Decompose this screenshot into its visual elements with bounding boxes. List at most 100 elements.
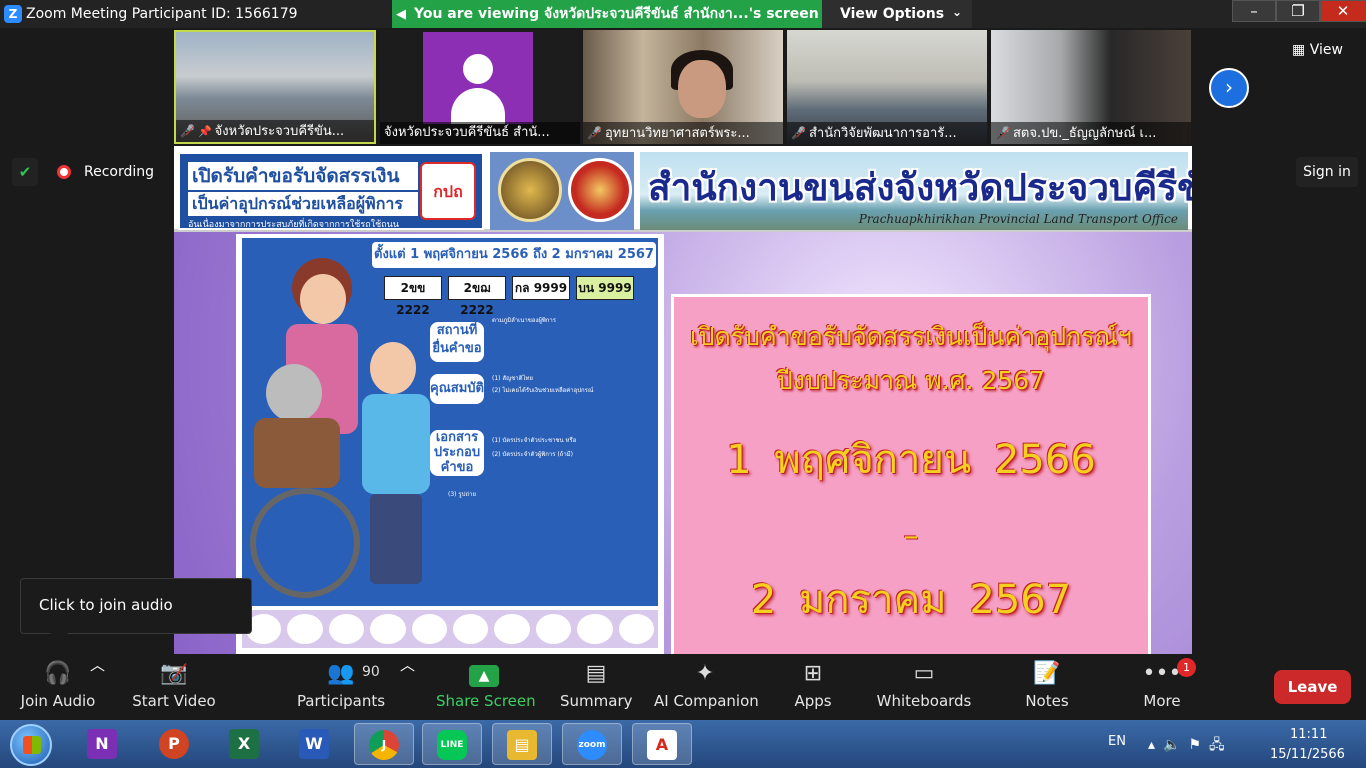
taskbar-app-powerpoint[interactable]: P [144,723,204,765]
ai-companion-button[interactable]: ✦ AI Companion [654,654,759,720]
participant-name: อุทยานวิทยาศาสตร์พระ... [604,126,750,141]
view-options-button[interactable]: View Options ⌄ [822,0,972,28]
poster-date: ตั้งแต่ 1 พฤศจิกายน 2566 ถึง 2 มกราคม 25… [372,242,656,268]
excel-icon: X [229,729,259,759]
office-title-thai: สำนักงานขนส่งจังหวัดประจวบคีรีขันธ์ [648,166,1192,209]
participant-name-bar: 🎤̸ สำนักวิจัยพัฒนาการอารั... [787,122,987,144]
volume-icon[interactable]: 🔈 [1163,737,1188,753]
mic-muted-icon: 🎤̸ [791,126,806,140]
summary-button[interactable]: ▤ Summary [560,654,633,720]
chrome-icon: J [369,730,399,760]
start-button[interactable] [10,724,52,766]
kopt-logo: กปถ [420,162,476,220]
network-icon[interactable]: 🖧 [1209,737,1233,753]
share-screen-label: Share Screen [436,692,536,710]
join-audio-label: Join Audio [20,692,96,710]
word-icon: W [299,729,329,759]
join-audio-button[interactable]: 🎧 Join Audio [14,654,102,720]
share-screen-icon: ▲ [436,654,532,692]
taskbar-app-word[interactable]: W [284,723,344,765]
participant-tile[interactable]: 🎤̸ สตจ.ปข._ธัญญลักษณ์ เ... [991,30,1191,144]
participant-name-bar: 🎤̸ สตจ.ปข._ธัญญลักษณ์ เ... [991,122,1191,144]
whiteboard-icon: ▭ [913,661,935,686]
next-page-button[interactable]: › [1209,68,1249,108]
panel-fiscal-year: ปีงบประมาณ พ.ศ. 2567 [776,366,1046,395]
meeting-toolbar: 🎧 Join Audio ︿ 📷̸ Start Video 👥 Particip… [0,654,1366,720]
apps-button[interactable]: ⊞ Apps [788,654,838,720]
taskbar-app-acrobat[interactable]: A [632,723,692,765]
mic-muted-icon: 🎤̸ [587,126,602,140]
headphones-icon: 🎧 [44,661,72,686]
participant-tile[interactable]: 🎤̸ สำนักวิจัยพัฒนาการอารั... [787,30,987,144]
system-tray[interactable]: ▴🔈⚑🖧 [1148,734,1233,758]
seal-icon [498,158,562,222]
whiteboards-label: Whiteboards [876,692,972,710]
mic-muted-icon: 🎤̸ [180,124,195,138]
zoom-logo-icon: Z [4,5,22,23]
participant-gallery: 🎤̸ 📌 จังหวัดประจวบคีรีขัน... จังหวัดประจวบ… [0,28,1366,146]
sign-in-button[interactable]: Sign in [1296,157,1358,187]
poster-note: (3) รูปถ่าย [448,491,476,498]
taskbar-app-excel[interactable]: X [214,723,274,765]
poster-note: ตามภูมิลำเนาของผู้พิการ [492,317,557,324]
poster-label: คุณสมบัติ [430,374,484,404]
participant-tile[interactable]: 🎤̸ อุทยานวิทยาศาสตร์พระ... [583,30,783,144]
participants-caret-icon[interactable]: ︿ [400,654,415,720]
participant-name-bar: 🎤̸ อุทยานวิทยาศาสตร์พระ... [583,122,783,144]
restore-button[interactable]: ❐ [1276,0,1320,22]
notes-button[interactable]: 📝 Notes [1020,654,1074,720]
poster-note: (1) สัญชาติไทย [492,375,534,382]
participant-name: สำนักวิจัยพัฒนาการอารั... [808,126,957,141]
participant-name: จังหวัดประจวบคีรีขัน... [214,124,345,139]
chevron-down-icon: ⌄ [951,5,962,19]
minimize-button[interactable]: – [1232,0,1276,22]
tray-expand-icon[interactable]: ▴ [1148,737,1163,753]
taskbar-app-onenote[interactable]: N [72,723,132,765]
apps-icon: ⊞ [803,661,823,686]
participant-name-bar: 🎤̸ 📌 จังหวัดประจวบคีรีขัน... [176,120,374,142]
start-video-button[interactable]: 📷̸ Start Video [130,654,218,720]
office-title-english: Prachuapkhirikhan Provincial Land Transp… [858,212,1178,226]
share-screen-button[interactable]: ▲ Share Screen [436,654,536,720]
license-plate: กล 9999 [512,276,570,300]
participant-name: จังหวัดประจวบคีรีขันธ์ สำนั... [384,125,550,140]
participant-tile[interactable]: 🎤̸ 📌 จังหวัดประจวบคีรีขัน... [174,30,376,144]
banner-line-3: อันเนื่องมาจากการประสบภัยที่เกิดจากการใช… [188,220,399,230]
participant-tile[interactable]: จังหวัดประจวบคีรีขันธ์ สำนั... [380,30,580,144]
leave-button[interactable]: Leave [1274,670,1351,704]
mic-muted-icon: 🎤̸ [995,126,1010,140]
equipment-icon [577,614,613,644]
language-indicator[interactable]: EN [1108,734,1126,749]
whiteboards-button[interactable]: ▭ Whiteboards [876,654,972,720]
equipment-icon [453,614,489,644]
taskbar-app-zoom[interactable]: zoom [562,723,622,765]
taskbar-app-chrome[interactable]: J [354,723,414,765]
taskbar-app-file-explorer[interactable]: ▤ [492,723,552,765]
announcement-banner: เปิดรับคำขอรับจัดสรรเงิน เป็นค่าอุปกรณ์ช… [178,152,484,230]
view-label: View [1309,42,1343,58]
equipment-icon [370,614,406,644]
recording-label: Recording [84,164,155,180]
poster-note: (2) บัตรประจำตัวผู้พิการ (ถ้ามี) [492,451,573,458]
flag-icon[interactable]: ⚑ [1188,737,1209,753]
taskbar-app-line[interactable]: LINE [422,723,482,765]
view-button[interactable]: ▦ View [1292,42,1343,58]
security-shield-icon[interactable]: ✔ [12,158,38,186]
windows-logo-icon [23,736,41,754]
clock-time[interactable]: 11:11 [1290,727,1327,742]
equipment-icon [494,614,530,644]
equipment-icon [411,614,448,644]
equipment-icon [328,614,365,644]
audio-options-caret-icon[interactable]: ︿ [90,654,105,720]
clock-date[interactable]: 15/11/2566 [1270,747,1345,762]
tooltip-arrow [50,633,68,643]
office-banner: สำนักงานขนส่งจังหวัดประจวบคีรีขันธ์ Prac… [640,152,1192,230]
seal-icon [568,158,632,222]
close-button[interactable]: ✕ [1320,0,1366,22]
equipment-icon [535,614,572,644]
ai-companion-label: AI Companion [654,692,759,710]
seals-box [490,152,634,230]
shared-screen: เปิดรับคำขอรับจัดสรรเงิน เป็นค่าอุปกรณ์ช… [174,146,1192,654]
participant-name-bar: จังหวัดประจวบคีรีขันธ์ สำนั... [380,122,580,144]
title-bar: Z Zoom Meeting Participant ID: 1566179 ◀… [0,0,1366,28]
